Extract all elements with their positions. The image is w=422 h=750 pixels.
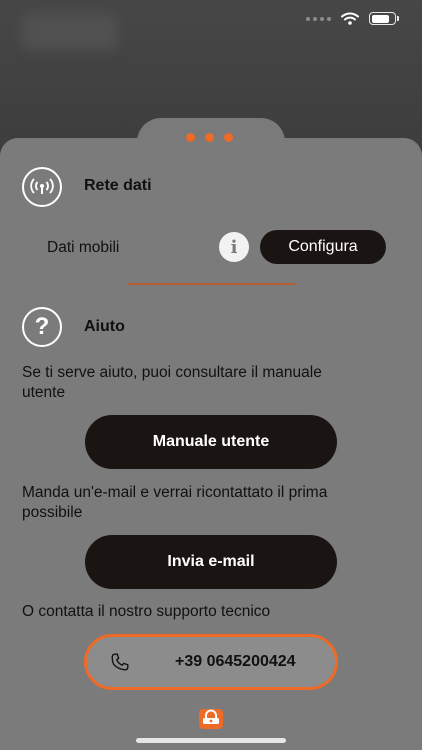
network-section-title: Rete dati <box>84 177 152 194</box>
status-bar <box>306 12 399 25</box>
wifi-icon <box>341 12 359 25</box>
support-description: O contatta il nostro supporto tecnico <box>22 603 271 620</box>
home-indicator[interactable] <box>136 738 286 743</box>
section-divider <box>128 283 296 285</box>
user-manual-button[interactable]: Manuale utente <box>85 415 337 469</box>
call-support-button[interactable]: +39 0645200424 <box>84 634 338 690</box>
blurred-background-element <box>22 14 118 50</box>
battery-icon <box>369 12 399 25</box>
manual-description: Se ti serve aiuto, puoi consultare il ma… <box>22 364 322 401</box>
pager-dots <box>186 133 233 142</box>
phone-number: +39 0645200424 <box>175 653 296 670</box>
help-section-title: Aiuto <box>84 318 125 335</box>
mobile-data-label: Dati mobili <box>47 239 120 256</box>
phone-icon <box>111 653 129 671</box>
email-description: Manda un'e-mail e verrai ricontattato il… <box>22 484 328 521</box>
brand-logo-icon <box>199 709 223 729</box>
question-icon: ? <box>22 307 62 347</box>
configure-button[interactable]: Configura <box>260 230 386 264</box>
info-icon[interactable]: i <box>219 232 249 262</box>
signal-dots-icon <box>306 16 331 21</box>
send-email-button[interactable]: Invia e-mail <box>85 535 337 589</box>
antenna-icon <box>22 167 62 207</box>
